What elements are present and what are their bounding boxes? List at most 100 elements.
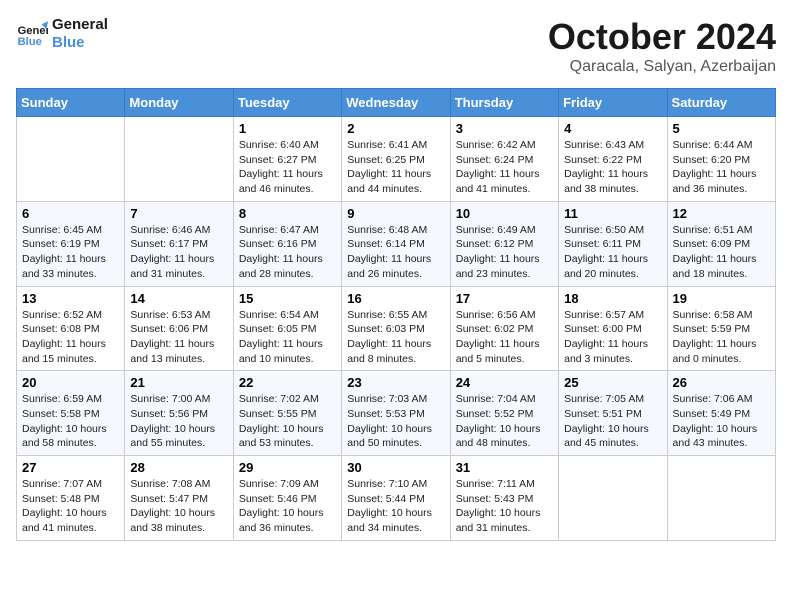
day-info: Sunrise: 7:06 AMSunset: 5:49 PMDaylight:… — [673, 392, 770, 451]
day-info: Sunrise: 6:45 AMSunset: 6:19 PMDaylight:… — [22, 223, 119, 282]
day-number: 23 — [347, 375, 444, 390]
day-info: Sunrise: 6:51 AMSunset: 6:09 PMDaylight:… — [673, 223, 770, 282]
day-info: Sunrise: 6:55 AMSunset: 6:03 PMDaylight:… — [347, 308, 444, 367]
day-number: 13 — [22, 291, 119, 306]
day-info: Sunrise: 6:40 AMSunset: 6:27 PMDaylight:… — [239, 138, 336, 197]
day-info: Sunrise: 7:04 AMSunset: 5:52 PMDaylight:… — [456, 392, 553, 451]
calendar-cell: 2 Sunrise: 6:41 AMSunset: 6:25 PMDayligh… — [342, 117, 450, 202]
calendar-cell: 29 Sunrise: 7:09 AMSunset: 5:46 PMDaylig… — [233, 456, 341, 541]
day-number: 14 — [130, 291, 227, 306]
day-number: 30 — [347, 460, 444, 475]
day-info: Sunrise: 7:07 AMSunset: 5:48 PMDaylight:… — [22, 477, 119, 536]
day-number: 5 — [673, 121, 770, 136]
day-info: Sunrise: 6:50 AMSunset: 6:11 PMDaylight:… — [564, 223, 661, 282]
calendar-cell: 9 Sunrise: 6:48 AMSunset: 6:14 PMDayligh… — [342, 201, 450, 286]
day-number: 27 — [22, 460, 119, 475]
day-number: 31 — [456, 460, 553, 475]
weekday-header-wednesday: Wednesday — [342, 89, 450, 117]
calendar-week-row: 6 Sunrise: 6:45 AMSunset: 6:19 PMDayligh… — [17, 201, 776, 286]
day-info: Sunrise: 7:08 AMSunset: 5:47 PMDaylight:… — [130, 477, 227, 536]
svg-text:General: General — [18, 25, 48, 37]
calendar-cell: 5 Sunrise: 6:44 AMSunset: 6:20 PMDayligh… — [667, 117, 775, 202]
day-info: Sunrise: 7:09 AMSunset: 5:46 PMDaylight:… — [239, 477, 336, 536]
day-info: Sunrise: 6:49 AMSunset: 6:12 PMDaylight:… — [456, 223, 553, 282]
day-number: 2 — [347, 121, 444, 136]
day-info: Sunrise: 6:52 AMSunset: 6:08 PMDaylight:… — [22, 308, 119, 367]
day-info: Sunrise: 6:44 AMSunset: 6:20 PMDaylight:… — [673, 138, 770, 197]
day-number: 20 — [22, 375, 119, 390]
calendar-cell: 8 Sunrise: 6:47 AMSunset: 6:16 PMDayligh… — [233, 201, 341, 286]
calendar-cell: 1 Sunrise: 6:40 AMSunset: 6:27 PMDayligh… — [233, 117, 341, 202]
day-number: 4 — [564, 121, 661, 136]
day-number: 26 — [673, 375, 770, 390]
calendar-cell: 25 Sunrise: 7:05 AMSunset: 5:51 PMDaylig… — [559, 371, 667, 456]
calendar-week-row: 1 Sunrise: 6:40 AMSunset: 6:27 PMDayligh… — [17, 117, 776, 202]
day-number: 11 — [564, 206, 661, 221]
calendar-week-row: 20 Sunrise: 6:59 AMSunset: 5:58 PMDaylig… — [17, 371, 776, 456]
calendar-cell: 10 Sunrise: 6:49 AMSunset: 6:12 PMDaylig… — [450, 201, 558, 286]
weekday-header-thursday: Thursday — [450, 89, 558, 117]
logo: General Blue General Blue — [16, 16, 108, 52]
calendar-cell: 20 Sunrise: 6:59 AMSunset: 5:58 PMDaylig… — [17, 371, 125, 456]
day-number: 12 — [673, 206, 770, 221]
day-info: Sunrise: 6:56 AMSunset: 6:02 PMDaylight:… — [456, 308, 553, 367]
calendar-cell: 13 Sunrise: 6:52 AMSunset: 6:08 PMDaylig… — [17, 286, 125, 371]
calendar-table: SundayMondayTuesdayWednesdayThursdayFrid… — [16, 88, 776, 541]
day-number: 7 — [130, 206, 227, 221]
day-number: 9 — [347, 206, 444, 221]
weekday-header-monday: Monday — [125, 89, 233, 117]
logo-blue: Blue — [52, 34, 108, 52]
day-info: Sunrise: 6:59 AMSunset: 5:58 PMDaylight:… — [22, 392, 119, 451]
day-number: 28 — [130, 460, 227, 475]
day-number: 21 — [130, 375, 227, 390]
calendar-cell: 22 Sunrise: 7:02 AMSunset: 5:55 PMDaylig… — [233, 371, 341, 456]
logo-general: General — [52, 16, 108, 34]
title-area: October 2024 Qaracala, Salyan, Azerbaija… — [548, 16, 776, 76]
day-info: Sunrise: 6:58 AMSunset: 5:59 PMDaylight:… — [673, 308, 770, 367]
day-info: Sunrise: 7:05 AMSunset: 5:51 PMDaylight:… — [564, 392, 661, 451]
location-subtitle: Qaracala, Salyan, Azerbaijan — [548, 58, 776, 76]
weekday-header-friday: Friday — [559, 89, 667, 117]
day-info: Sunrise: 6:53 AMSunset: 6:06 PMDaylight:… — [130, 308, 227, 367]
day-info: Sunrise: 6:42 AMSunset: 6:24 PMDaylight:… — [456, 138, 553, 197]
calendar-cell: 28 Sunrise: 7:08 AMSunset: 5:47 PMDaylig… — [125, 456, 233, 541]
svg-text:Blue: Blue — [18, 36, 42, 48]
calendar-cell — [559, 456, 667, 541]
day-info: Sunrise: 7:10 AMSunset: 5:44 PMDaylight:… — [347, 477, 444, 536]
calendar-cell: 18 Sunrise: 6:57 AMSunset: 6:00 PMDaylig… — [559, 286, 667, 371]
day-info: Sunrise: 6:46 AMSunset: 6:17 PMDaylight:… — [130, 223, 227, 282]
calendar-cell: 24 Sunrise: 7:04 AMSunset: 5:52 PMDaylig… — [450, 371, 558, 456]
month-title: October 2024 — [548, 16, 776, 58]
calendar-cell: 7 Sunrise: 6:46 AMSunset: 6:17 PMDayligh… — [125, 201, 233, 286]
calendar-cell: 15 Sunrise: 6:54 AMSunset: 6:05 PMDaylig… — [233, 286, 341, 371]
day-number: 15 — [239, 291, 336, 306]
calendar-cell: 27 Sunrise: 7:07 AMSunset: 5:48 PMDaylig… — [17, 456, 125, 541]
day-number: 18 — [564, 291, 661, 306]
day-info: Sunrise: 6:43 AMSunset: 6:22 PMDaylight:… — [564, 138, 661, 197]
calendar-cell: 3 Sunrise: 6:42 AMSunset: 6:24 PMDayligh… — [450, 117, 558, 202]
day-info: Sunrise: 7:00 AMSunset: 5:56 PMDaylight:… — [130, 392, 227, 451]
calendar-cell: 21 Sunrise: 7:00 AMSunset: 5:56 PMDaylig… — [125, 371, 233, 456]
logo-icon: General Blue — [16, 18, 48, 50]
day-number: 16 — [347, 291, 444, 306]
calendar-cell: 14 Sunrise: 6:53 AMSunset: 6:06 PMDaylig… — [125, 286, 233, 371]
day-number: 29 — [239, 460, 336, 475]
day-number: 24 — [456, 375, 553, 390]
day-number: 17 — [456, 291, 553, 306]
day-info: Sunrise: 6:48 AMSunset: 6:14 PMDaylight:… — [347, 223, 444, 282]
calendar-cell: 4 Sunrise: 6:43 AMSunset: 6:22 PMDayligh… — [559, 117, 667, 202]
calendar-cell: 12 Sunrise: 6:51 AMSunset: 6:09 PMDaylig… — [667, 201, 775, 286]
day-number: 8 — [239, 206, 336, 221]
calendar-cell — [125, 117, 233, 202]
day-info: Sunrise: 6:54 AMSunset: 6:05 PMDaylight:… — [239, 308, 336, 367]
page-header: General Blue General Blue October 2024 Q… — [16, 16, 776, 76]
calendar-cell: 16 Sunrise: 6:55 AMSunset: 6:03 PMDaylig… — [342, 286, 450, 371]
weekday-header-saturday: Saturday — [667, 89, 775, 117]
calendar-cell: 6 Sunrise: 6:45 AMSunset: 6:19 PMDayligh… — [17, 201, 125, 286]
day-number: 10 — [456, 206, 553, 221]
calendar-cell: 19 Sunrise: 6:58 AMSunset: 5:59 PMDaylig… — [667, 286, 775, 371]
day-info: Sunrise: 6:57 AMSunset: 6:00 PMDaylight:… — [564, 308, 661, 367]
calendar-cell: 17 Sunrise: 6:56 AMSunset: 6:02 PMDaylig… — [450, 286, 558, 371]
day-info: Sunrise: 7:02 AMSunset: 5:55 PMDaylight:… — [239, 392, 336, 451]
weekday-header-tuesday: Tuesday — [233, 89, 341, 117]
